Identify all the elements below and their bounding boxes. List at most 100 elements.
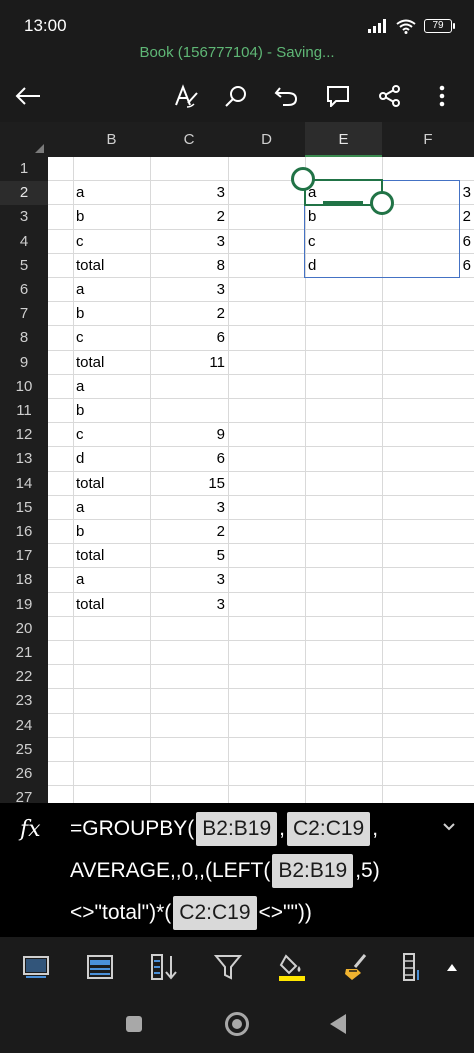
- row-header-12[interactable]: 12: [0, 423, 48, 447]
- cell-c3[interactable]: 2: [150, 205, 228, 229]
- format-painter-icon[interactable]: [340, 951, 372, 983]
- cell-c7[interactable]: 2: [150, 302, 228, 326]
- cell-b13[interactable]: d: [73, 447, 150, 471]
- cell-c9[interactable]: 11: [150, 351, 228, 375]
- cell-c4[interactable]: 3: [150, 230, 228, 254]
- row-header-16[interactable]: 16: [0, 520, 48, 544]
- cell-c6[interactable]: 3: [150, 278, 228, 302]
- filter-icon[interactable]: [212, 951, 244, 983]
- undo-icon[interactable]: [268, 78, 304, 114]
- more-vertical-icon[interactable]: [424, 78, 460, 114]
- format-text-icon[interactable]: [168, 78, 204, 114]
- row-header-19[interactable]: 19: [0, 593, 48, 617]
- cell-c16[interactable]: 2: [150, 520, 228, 544]
- back-arrow-icon[interactable]: [10, 78, 46, 114]
- row-header-23[interactable]: 23: [0, 689, 48, 713]
- status-time: 13:00: [24, 16, 67, 35]
- cell-b8[interactable]: c: [73, 326, 150, 350]
- cell-c8[interactable]: 6: [150, 326, 228, 350]
- cell-c2[interactable]: 3: [150, 181, 228, 205]
- cell-c5[interactable]: 8: [150, 254, 228, 278]
- column-header-e[interactable]: E: [305, 122, 382, 157]
- cell-b11[interactable]: b: [73, 399, 150, 423]
- row-header-22[interactable]: 22: [0, 665, 48, 689]
- sheet-view-icon[interactable]: [20, 951, 52, 983]
- row-header-5[interactable]: 5: [0, 254, 48, 278]
- cell-c19[interactable]: 3: [150, 593, 228, 617]
- select-all-corner[interactable]: [0, 122, 48, 157]
- column-header-c[interactable]: C: [150, 122, 228, 157]
- cell-b6[interactable]: a: [73, 278, 150, 302]
- formula-line-1[interactable]: =GROUPBY(B2:B19, C2:C19,: [70, 811, 378, 847]
- row-header-11[interactable]: 11: [0, 399, 48, 423]
- cell-b10[interactable]: a: [73, 375, 150, 399]
- cell-b2[interactable]: a: [73, 181, 150, 205]
- formula-text: <>"")): [258, 901, 312, 924]
- row-header-4[interactable]: 4: [0, 230, 48, 254]
- cell-b18[interactable]: a: [73, 568, 150, 592]
- row-header-9[interactable]: 9: [0, 351, 48, 375]
- cell-b4[interactable]: c: [73, 230, 150, 254]
- cell-c15[interactable]: 3: [150, 496, 228, 520]
- home-icon[interactable]: [225, 1012, 249, 1036]
- row-header-1[interactable]: 1: [0, 157, 48, 181]
- row-header-8[interactable]: 8: [0, 326, 48, 350]
- cell-c14[interactable]: 15: [150, 472, 228, 496]
- row-header-6[interactable]: 6: [0, 278, 48, 302]
- cell-b3[interactable]: b: [73, 205, 150, 229]
- cell-c18[interactable]: 3: [150, 568, 228, 592]
- cell-c12[interactable]: 9: [150, 423, 228, 447]
- row-header-3[interactable]: 3: [0, 205, 48, 229]
- cell-b14[interactable]: total: [73, 472, 150, 496]
- column-header-f[interactable]: F: [382, 122, 474, 157]
- cell-b19[interactable]: total: [73, 593, 150, 617]
- insert-column-icon[interactable]: [398, 951, 430, 983]
- cell-b7[interactable]: b: [73, 302, 150, 326]
- formula-range-ref[interactable]: C2:C19: [173, 896, 257, 930]
- spreadsheet-grid[interactable]: a b c total a b c total a b c d total a b total a total 3 2…: [48, 157, 474, 803]
- cell-b9[interactable]: total: [73, 351, 150, 375]
- table-icon[interactable]: [84, 951, 116, 983]
- cell-b16[interactable]: b: [73, 520, 150, 544]
- row-header-26[interactable]: 26: [0, 762, 48, 786]
- selection-handle-top-left[interactable]: [291, 167, 315, 192]
- cell-b15[interactable]: a: [73, 496, 150, 520]
- row-header-14[interactable]: 14: [0, 472, 48, 496]
- row-header-25[interactable]: 25: [0, 738, 48, 762]
- cell-b17[interactable]: total: [73, 544, 150, 568]
- row-header-18[interactable]: 18: [0, 568, 48, 592]
- row-header-13[interactable]: 13: [0, 447, 48, 471]
- formula-range-ref[interactable]: B2:B19: [272, 854, 354, 888]
- row-header-27[interactable]: 27: [0, 786, 48, 803]
- row-header-21[interactable]: 21: [0, 641, 48, 665]
- formula-bar[interactable]: fx =GROUPBY(B2:B19, C2:C19, AVERAGE,,0,,(…: [0, 803, 474, 937]
- row-header-15[interactable]: 15: [0, 496, 48, 520]
- cell-c13[interactable]: 6: [150, 447, 228, 471]
- row-header-7[interactable]: 7: [0, 302, 48, 326]
- row-header-2[interactable]: 2: [0, 181, 48, 206]
- share-icon[interactable]: [372, 78, 408, 114]
- formula-range-ref[interactable]: C2:C19: [287, 812, 371, 846]
- expand-up-icon[interactable]: [436, 951, 468, 983]
- column-header-d[interactable]: D: [228, 122, 305, 157]
- recents-icon[interactable]: [126, 1016, 142, 1032]
- formula-line-2[interactable]: AVERAGE,,0,,(LEFT(B2:B19,5): [70, 853, 380, 889]
- chevron-down-icon[interactable]: [442, 819, 456, 837]
- row-header-10[interactable]: 10: [0, 375, 48, 399]
- formula-range-ref[interactable]: B2:B19: [196, 812, 278, 846]
- search-icon[interactable]: [218, 78, 254, 114]
- formula-line-3[interactable]: <>"total")*(C2:C19 <>"")): [70, 895, 312, 931]
- back-triangle-icon[interactable]: [330, 1014, 346, 1034]
- sort-icon[interactable]: [148, 951, 180, 983]
- cell-b12[interactable]: c: [73, 423, 150, 447]
- row-header-24[interactable]: 24: [0, 714, 48, 738]
- fill-color-icon[interactable]: [276, 951, 308, 983]
- cell-c17[interactable]: 5: [150, 544, 228, 568]
- cell-b5[interactable]: total: [73, 254, 150, 278]
- comment-icon[interactable]: [320, 78, 356, 114]
- function-fx-icon[interactable]: fx: [20, 817, 41, 842]
- row-header-20[interactable]: 20: [0, 617, 48, 641]
- column-header-b[interactable]: B: [73, 122, 150, 157]
- row-header-17[interactable]: 17: [0, 544, 48, 568]
- document-title[interactable]: Book (156777104) - Saving...: [0, 40, 474, 70]
